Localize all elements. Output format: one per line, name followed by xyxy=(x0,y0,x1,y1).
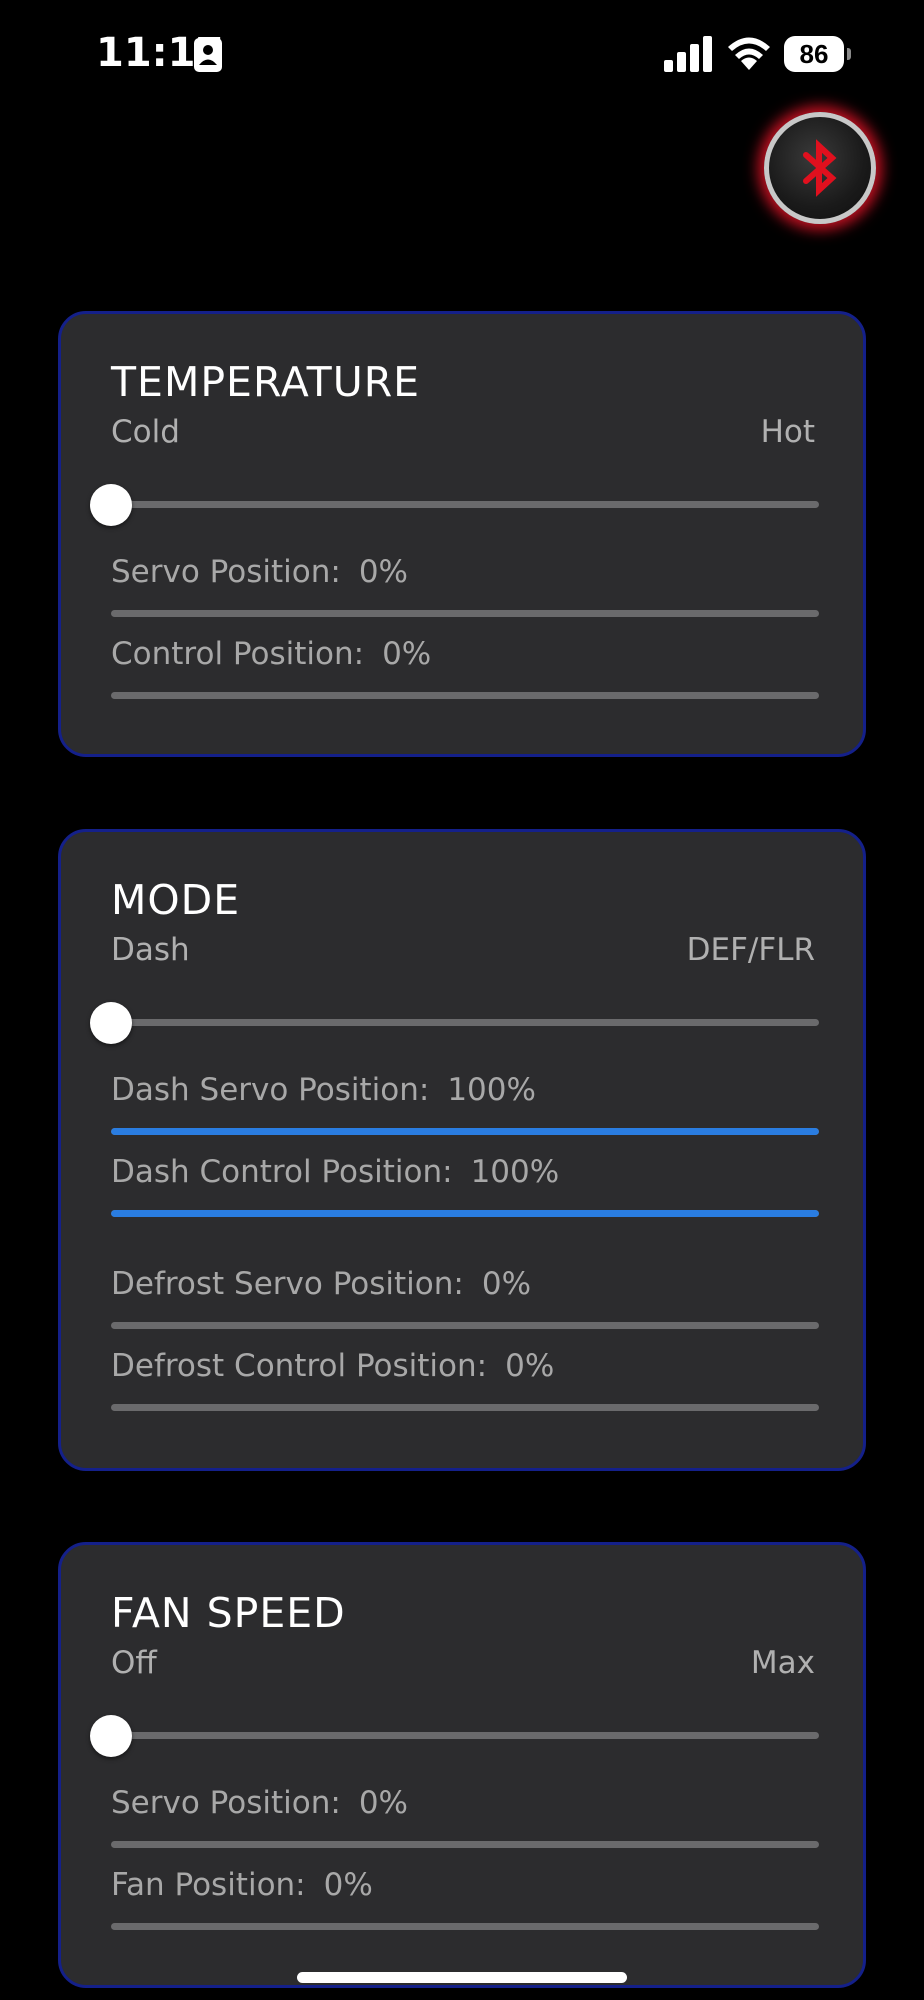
fan-servo-position-readout: Servo Position: 0% xyxy=(111,1783,819,1848)
readout-value: 100% xyxy=(470,1154,560,1190)
battery-body: 86 xyxy=(784,36,844,72)
readout-text: Control Position: 0% xyxy=(111,634,819,674)
temperature-max-label: Hot xyxy=(760,414,815,450)
slider-track[interactable] xyxy=(111,1732,819,1739)
progress-bar xyxy=(111,610,819,617)
readout-label: Dash Servo Position: xyxy=(111,1072,430,1108)
status-bar: 11:17 86 xyxy=(0,0,924,110)
defrost-control-position-readout: Defrost Control Position: 0% xyxy=(111,1346,819,1411)
readout-text: Dash Servo Position: 100% xyxy=(111,1070,819,1110)
readout-label: Servo Position: xyxy=(111,1785,341,1821)
readout-value: 0% xyxy=(382,636,432,672)
slider-thumb[interactable] xyxy=(90,484,132,526)
slider-thumb[interactable] xyxy=(90,1715,132,1757)
readout-value: 100% xyxy=(447,1072,536,1108)
readout-text: Defrost Servo Position: 0% xyxy=(111,1264,819,1304)
readout-value: 0% xyxy=(358,554,408,590)
bluetooth-icon xyxy=(803,139,837,197)
readout-text: Servo Position: 0% xyxy=(111,1783,819,1823)
progress-bar xyxy=(111,1841,819,1848)
fan-speed-card: FAN SPEED Off Max Servo Position: 0% Fan … xyxy=(58,1542,866,1988)
progress-fill xyxy=(111,1210,819,1217)
fan-speed-max-label: Max xyxy=(750,1645,815,1681)
progress-bar xyxy=(111,1404,819,1411)
dash-control-position-readout: Dash Control Position: 100% xyxy=(111,1152,819,1217)
readout-value: 0% xyxy=(323,1867,373,1903)
progress-bar xyxy=(111,1322,819,1329)
progress-bar xyxy=(111,1923,819,1930)
progress-bar xyxy=(111,692,819,699)
progress-bar xyxy=(111,1210,819,1217)
contact-card-icon xyxy=(194,38,222,72)
readout-text: Defrost Control Position: 0% xyxy=(111,1346,819,1386)
fan-speed-slider[interactable] xyxy=(90,1715,819,1757)
readout-value: 0% xyxy=(481,1266,532,1302)
temperature-card: TEMPERATURE Cold Hot Servo Position: 0% C… xyxy=(58,311,866,757)
temperature-title: TEMPERATURE xyxy=(111,358,421,406)
readout-label: Defrost Servo Position: xyxy=(111,1266,464,1302)
readout-label: Dash Control Position: xyxy=(111,1154,453,1190)
readout-label: Control Position: xyxy=(111,636,365,672)
readout-text: Dash Control Position: 100% xyxy=(111,1152,819,1192)
readout-value: 0% xyxy=(358,1785,408,1821)
readout-label: Fan Position: xyxy=(111,1867,306,1903)
slider-thumb[interactable] xyxy=(90,1002,132,1044)
readout-label: Servo Position: xyxy=(111,554,341,590)
progress-fill xyxy=(111,1128,819,1135)
mode-slider[interactable] xyxy=(90,1002,819,1044)
mode-max-label: DEF/FLR xyxy=(686,932,815,968)
mode-title: MODE xyxy=(111,876,241,924)
cellular-signal-icon xyxy=(664,36,712,72)
slider-track[interactable] xyxy=(111,1019,819,1026)
dash-servo-position-readout: Dash Servo Position: 100% xyxy=(111,1070,819,1135)
progress-bar xyxy=(111,1128,819,1135)
readout-text: Fan Position: 0% xyxy=(111,1865,819,1905)
defrost-servo-position-readout: Defrost Servo Position: 0% xyxy=(111,1264,819,1329)
temperature-min-label: Cold xyxy=(111,414,180,450)
bluetooth-button[interactable] xyxy=(764,112,876,224)
mode-min-label: Dash xyxy=(111,932,190,968)
fan-position-readout: Fan Position: 0% xyxy=(111,1865,819,1930)
battery-level: 86 xyxy=(799,38,829,69)
temperature-slider[interactable] xyxy=(90,484,819,526)
readout-text: Servo Position: 0% xyxy=(111,552,819,592)
slider-track[interactable] xyxy=(111,501,819,508)
control-position-readout: Control Position: 0% xyxy=(111,634,819,699)
servo-position-readout: Servo Position: 0% xyxy=(111,552,819,617)
battery-icon: 86 xyxy=(784,36,851,72)
readout-label: Defrost Control Position: xyxy=(111,1348,488,1384)
fan-speed-min-label: Off xyxy=(111,1645,157,1681)
readout-value: 0% xyxy=(505,1348,555,1384)
fan-speed-title: FAN SPEED xyxy=(111,1589,346,1637)
wifi-icon xyxy=(728,37,770,70)
home-indicator[interactable] xyxy=(297,1972,627,1983)
mode-card: MODE Dash DEF/FLR Dash Servo Position: 10… xyxy=(58,829,866,1471)
battery-tip xyxy=(847,48,851,60)
